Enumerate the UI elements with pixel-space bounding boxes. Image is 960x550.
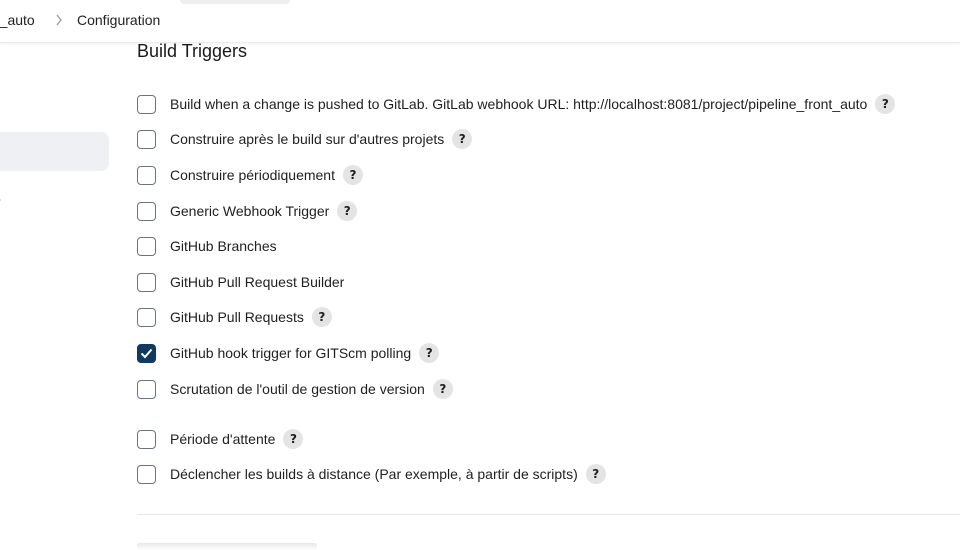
- checkbox[interactable]: [137, 464, 156, 484]
- checkbox[interactable]: [137, 236, 156, 256]
- top-bar-tab-ghost: [180, 0, 290, 4]
- checkbox[interactable]: [137, 379, 156, 399]
- top-bar: nt_auto Configuration: [0, 0, 960, 43]
- help-icon[interactable]: ?: [452, 129, 473, 149]
- checkbox[interactable]: [137, 94, 156, 114]
- chevron-right-icon: [53, 12, 65, 28]
- help-icon[interactable]: ?: [585, 464, 606, 484]
- sidebar-item-active[interactable]: [0, 132, 109, 171]
- option-label[interactable]: Generic Webhook Trigger: [170, 203, 329, 219]
- option-label[interactable]: GitHub hook trigger for GITScm polling: [170, 345, 411, 361]
- help-icon[interactable]: ?: [337, 201, 358, 221]
- trigger-option-generic-webhook[interactable]: Generic Webhook Trigger ?: [137, 199, 358, 223]
- option-label[interactable]: GitHub Pull Requests: [170, 309, 304, 325]
- checkbox[interactable]: [137, 165, 156, 185]
- trigger-option-github-branches[interactable]: GitHub Branches: [137, 234, 277, 258]
- option-label[interactable]: Build when a change is pushed to GitLab.…: [170, 96, 867, 112]
- checkbox[interactable]: [137, 429, 156, 449]
- option-label[interactable]: Déclencher les builds à distance (Par ex…: [170, 466, 578, 482]
- trigger-option-github-hook-gitscm[interactable]: GitHub hook trigger for GITScm polling ?: [137, 341, 440, 365]
- help-icon[interactable]: ?: [432, 379, 453, 399]
- next-section-title-partial: [137, 543, 317, 550]
- option-trigger-builds-remotely[interactable]: Déclencher les builds à distance (Par ex…: [137, 462, 606, 486]
- checkbox[interactable]: [137, 343, 156, 363]
- option-label[interactable]: Construire périodiquement: [170, 167, 335, 183]
- sidebar-partial-icon: [0, 191, 3, 201]
- checkbox[interactable]: [137, 272, 156, 292]
- checkbox[interactable]: [137, 307, 156, 327]
- option-label[interactable]: Construire après le build sur d'autres p…: [170, 131, 444, 147]
- option-label[interactable]: GitHub Pull Request Builder: [170, 274, 344, 290]
- help-icon[interactable]: ?: [419, 343, 440, 363]
- help-icon[interactable]: ?: [283, 429, 304, 449]
- checkmark-icon: [140, 348, 153, 358]
- trigger-option-gitlab-push[interactable]: Build when a change is pushed to GitLab.…: [137, 92, 896, 116]
- trigger-option-github-pr-builder[interactable]: GitHub Pull Request Builder: [137, 270, 344, 294]
- option-quiet-period[interactable]: Période d'attente ?: [137, 427, 304, 451]
- trigger-option-github-pull-requests[interactable]: GitHub Pull Requests ?: [137, 305, 332, 329]
- section-title: Build Triggers: [137, 41, 248, 61]
- checkbox[interactable]: [137, 129, 156, 149]
- option-label[interactable]: GitHub Branches: [170, 238, 277, 254]
- section-divider: [137, 514, 960, 515]
- help-icon[interactable]: ?: [311, 307, 332, 327]
- checkbox[interactable]: [137, 201, 156, 221]
- help-icon[interactable]: ?: [875, 94, 896, 114]
- breadcrumb-item-project[interactable]: nt_auto: [0, 12, 35, 28]
- option-label[interactable]: Scrutation de l'outil de gestion de vers…: [170, 381, 425, 397]
- option-label[interactable]: Période d'attente: [170, 431, 275, 447]
- breadcrumb-item-current: Configuration: [77, 12, 161, 28]
- help-icon[interactable]: ?: [342, 165, 363, 185]
- trigger-option-build-periodically[interactable]: Construire périodiquement ?: [137, 163, 363, 187]
- trigger-option-build-after-other-projects[interactable]: Construire après le build sur d'autres p…: [137, 127, 473, 151]
- trigger-option-scm-polling[interactable]: Scrutation de l'outil de gestion de vers…: [137, 377, 453, 401]
